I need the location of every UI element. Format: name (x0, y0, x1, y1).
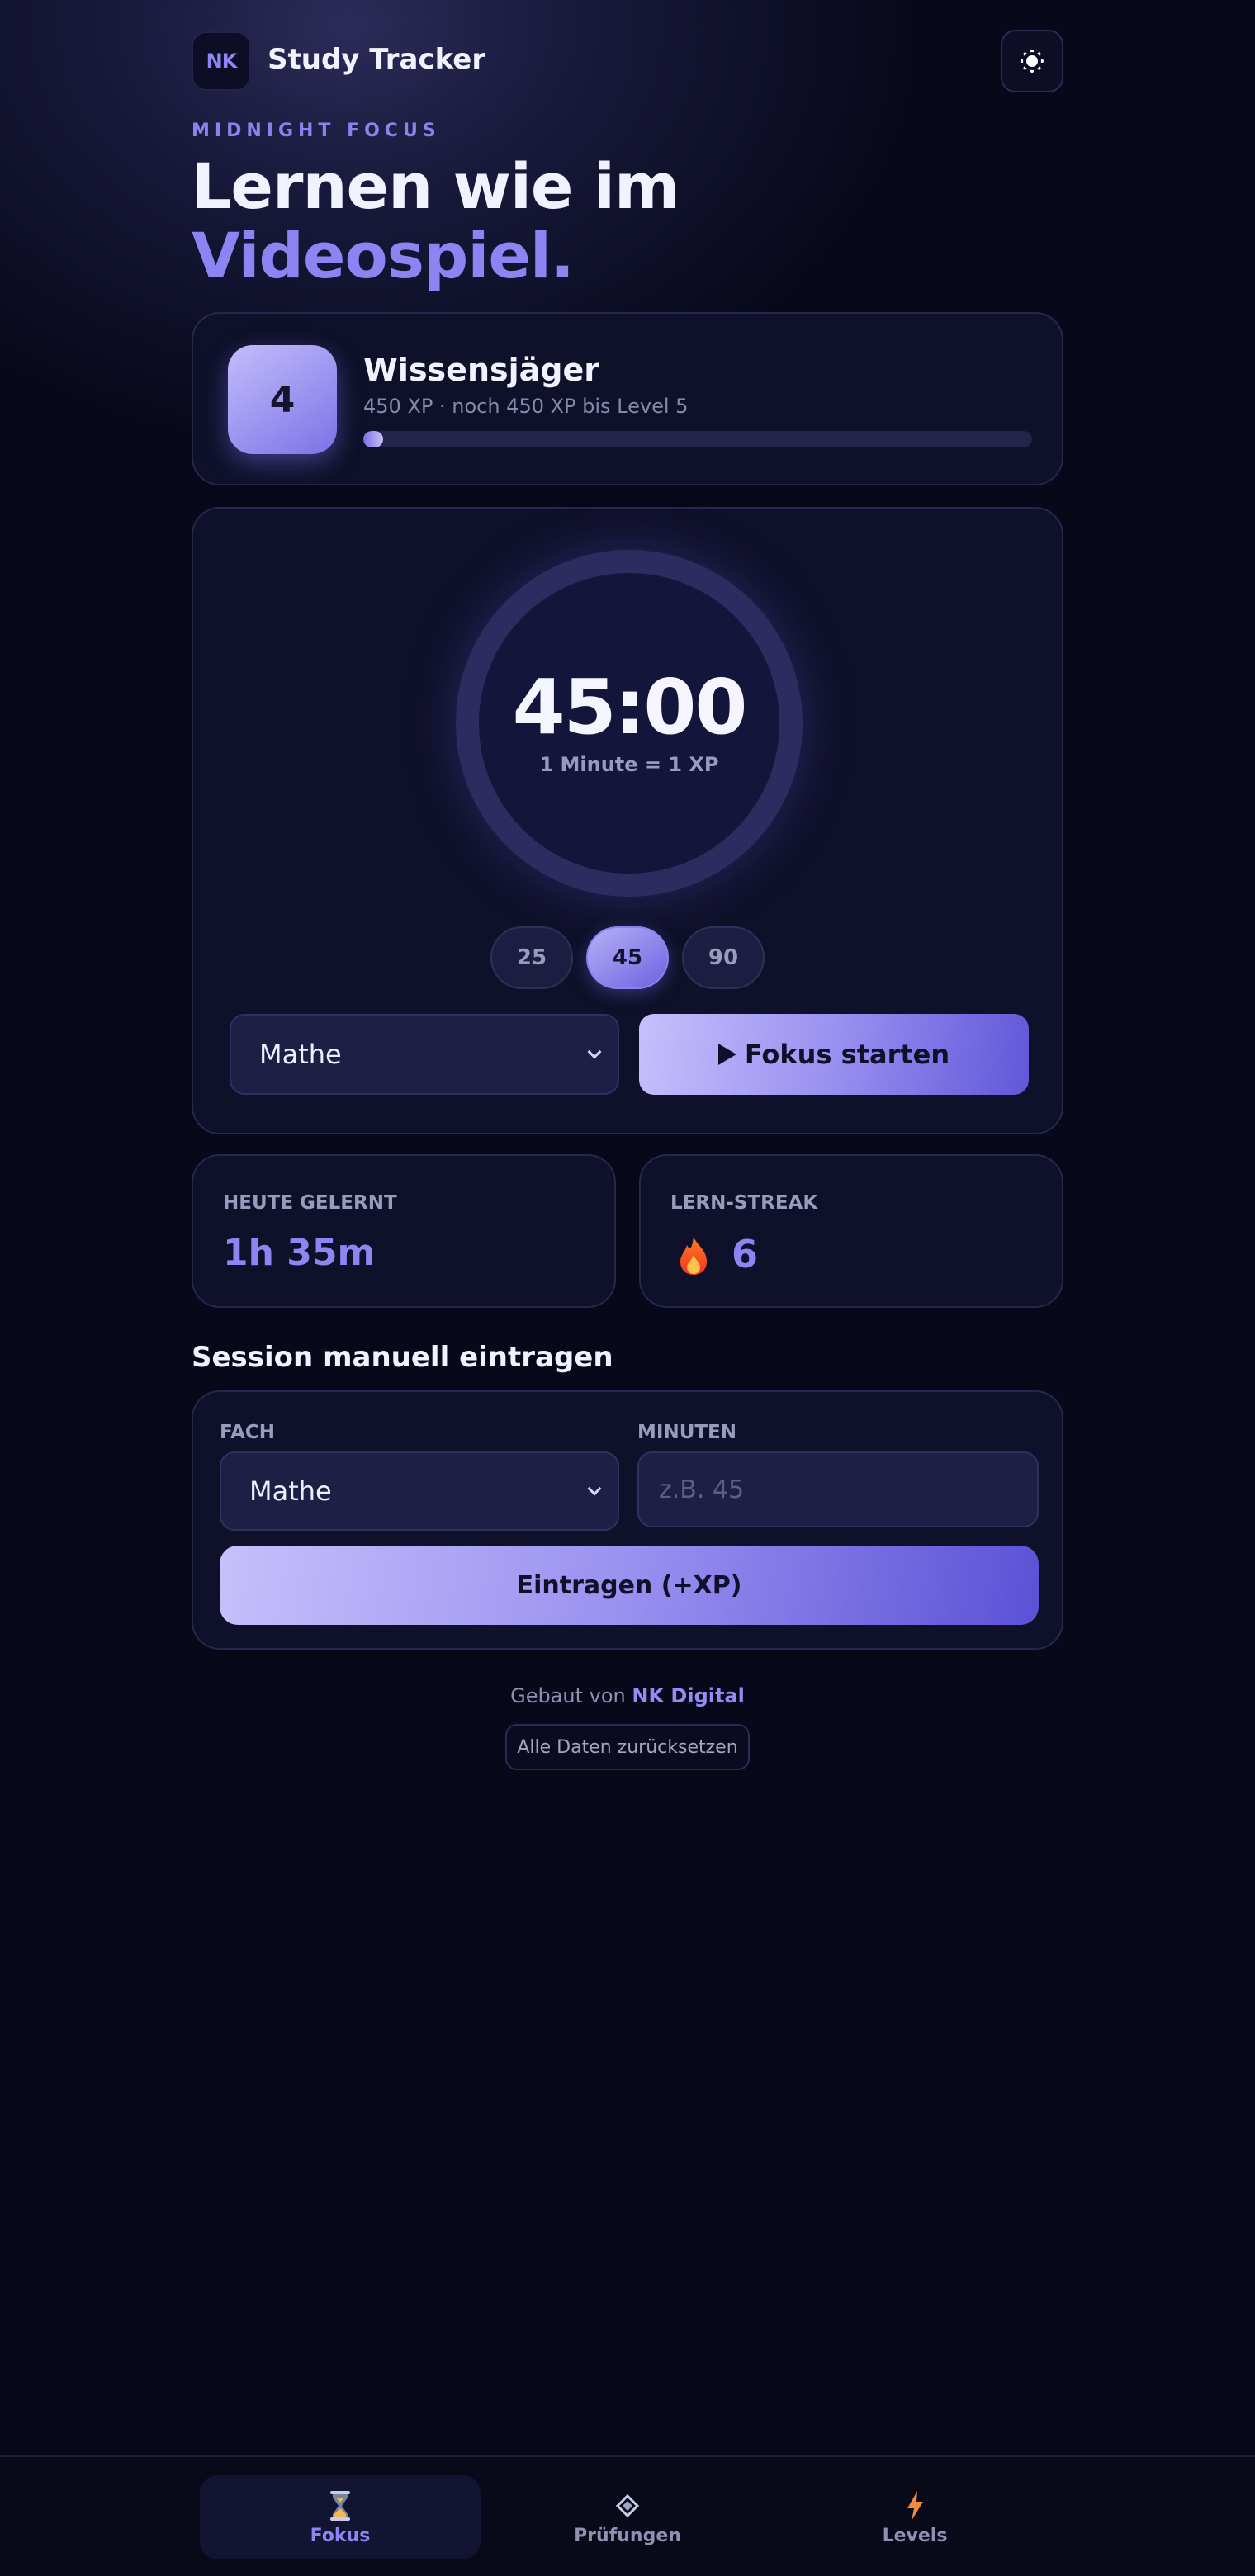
subject-field-label: FACH (220, 1422, 276, 1443)
rank-name: Wissensjäger (363, 352, 600, 388)
headline-line-2: Videospiel. (192, 219, 575, 292)
bottom-navigation: Fokus Prüfungen Levels (0, 2455, 1255, 2576)
start-focus-label: Fokus starten (744, 1039, 950, 1070)
streak-card: LERN-STREAK 6 (639, 1154, 1063, 1308)
nav-item-fokus[interactable]: Fokus (200, 2475, 481, 2559)
level-card: 4 Wissensjäger 450 XP · noch 450 XP bis … (192, 312, 1063, 485)
minutes-field-label: MINUTEN (637, 1422, 737, 1443)
xp-rate-note: 1 Minute = 1 XP (539, 752, 719, 776)
manual-subject-select[interactable]: Mathe (220, 1451, 619, 1531)
preset-90-button[interactable]: 90 (682, 926, 765, 989)
timer-subject-value: Mathe (259, 1039, 342, 1070)
sun-icon (1021, 50, 1044, 73)
manual-entry-title: Session manuell eintragen (192, 1341, 613, 1374)
play-icon (717, 1044, 736, 1065)
nav-item-levels[interactable]: Levels (774, 2475, 1055, 2559)
hourglass-icon (330, 2490, 350, 2521)
today-studied-label: HEUTE GELERNT (223, 1192, 397, 1214)
credit-brand-link[interactable]: NK Digital (632, 1684, 745, 1707)
timer-dial: 45:00 1 Minute = 1 XP (456, 550, 803, 897)
credit-prefix: Gebaut von (510, 1684, 626, 1707)
nav-label-levels: Levels (882, 2525, 948, 2546)
minutes-input[interactable] (637, 1451, 1039, 1527)
level-badge: 4 (228, 345, 337, 454)
timer-display: 45:00 (512, 662, 748, 751)
today-studied-card: HEUTE GELERNT 1h 35m (192, 1154, 616, 1308)
xp-progress-bar (363, 431, 1032, 447)
app-title: Study Tracker (268, 43, 486, 76)
today-studied-value: 1h 35m (223, 1232, 376, 1274)
eyebrow-text: MIDNIGHT FOCUS (192, 121, 441, 141)
preset-25-button[interactable]: 25 (490, 926, 573, 989)
nav-item-pruefungen[interactable]: Prüfungen (487, 2475, 768, 2559)
manual-entry-card: FACH MINUTEN Mathe Eintragen (+XP) (192, 1390, 1063, 1650)
chevron-down-icon (587, 1044, 602, 1059)
xp-progress-text: 450 XP · noch 450 XP bis Level 5 (363, 395, 689, 418)
reset-data-button[interactable]: Alle Daten zurücksetzen (505, 1724, 750, 1770)
preset-45-button[interactable]: 45 (586, 926, 669, 989)
nav-label-fokus: Fokus (310, 2525, 371, 2546)
nav-label-pruefungen: Prüfungen (574, 2525, 681, 2546)
diamond-icon (615, 2493, 640, 2517)
submit-session-button[interactable]: Eintragen (+XP) (220, 1546, 1039, 1625)
flame-icon (680, 1237, 707, 1275)
manual-subject-value: Mathe (249, 1475, 332, 1507)
xp-progress-fill (363, 431, 384, 447)
logo: NK (192, 31, 251, 91)
theme-toggle-button[interactable] (1001, 30, 1063, 92)
streak-label: LERN-STREAK (670, 1192, 818, 1214)
headline-line-1: Lernen wie im (192, 149, 680, 223)
app-header: NK Study Tracker (192, 30, 1063, 92)
streak-value: 6 (732, 1232, 759, 1276)
focus-timer-card: 45:00 1 Minute = 1 XP 25 45 90 Mathe Fok… (192, 507, 1063, 1134)
timer-subject-select[interactable]: Mathe (230, 1014, 619, 1095)
lightning-icon (907, 2490, 923, 2521)
chevron-down-icon (587, 1481, 602, 1496)
duration-presets: 25 45 90 (490, 926, 768, 989)
start-focus-button[interactable]: Fokus starten (639, 1014, 1029, 1095)
page-headline: Lernen wie im Videospiel. (192, 149, 680, 292)
footer-credit: Gebaut von NK Digital (192, 1684, 1063, 1707)
